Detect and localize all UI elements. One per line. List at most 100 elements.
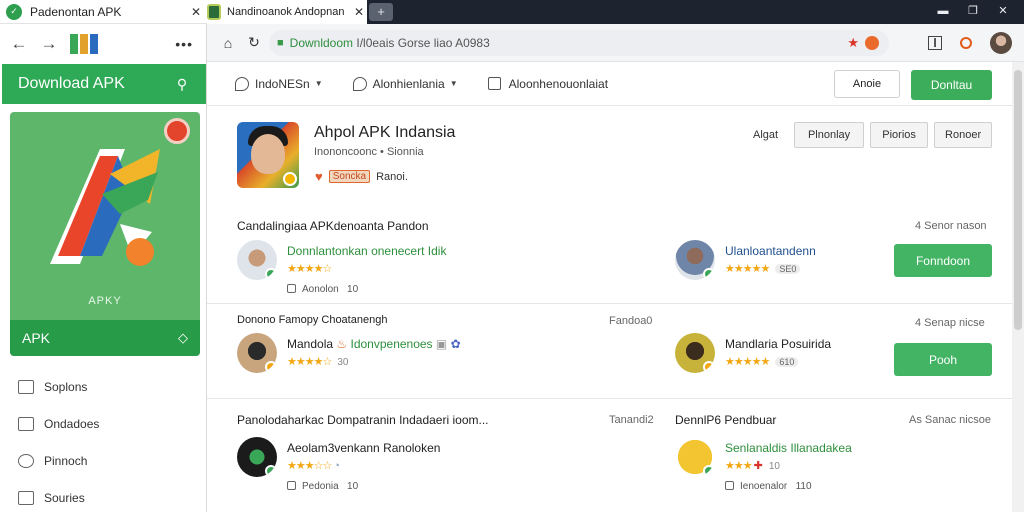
app-name: Mandlaria Posuirida xyxy=(725,337,832,351)
toolbar-right-group: ❙ xyxy=(928,32,1012,54)
checkbox-icon[interactable] xyxy=(487,77,501,90)
download-button[interactable]: Donltau xyxy=(911,70,992,100)
reload-icon[interactable]: ↻ xyxy=(241,34,267,51)
apk-favicon-icon: ✓ xyxy=(6,3,22,20)
app-name: Donnlantonkan onenecert Idik xyxy=(287,244,447,258)
right-browser-tab[interactable]: Nandinoanok Andopnan ✕ xyxy=(207,0,367,24)
sort-select[interactable]: Anoie xyxy=(834,70,900,98)
app-meta: ♥ Soncka Ranoi. xyxy=(315,169,408,184)
list-item[interactable]: Aeolam3venkann Ranoloken ★★★☆☆ ◔ Pedonia… xyxy=(237,437,537,493)
close-tab-icon[interactable]: ✕ xyxy=(185,5,207,19)
coin-badge-icon xyxy=(283,172,297,186)
app-name: Senlanaldis Illanadakea xyxy=(725,441,852,455)
url-host: Downldoom xyxy=(289,36,354,50)
filter-checkbox[interactable]: Aloonhenouonlaiat xyxy=(487,77,608,91)
url-text: Downldoom I/l0eais Gorse liao A0983 xyxy=(290,36,848,50)
list-item[interactable]: Senlanaldis Illanadakea ★★★ ✚ 10 Ienoenal… xyxy=(675,437,975,493)
rating-pill: SE0 xyxy=(775,264,801,274)
heart-icon[interactable]: ♥ xyxy=(315,169,323,184)
filter-language[interactable]: IndoNESn ▼ xyxy=(235,76,323,91)
verified-badge-icon xyxy=(265,465,277,477)
section-1-meta: 4 Senor nason xyxy=(915,220,987,232)
actions-label: Algat xyxy=(753,129,779,141)
stars-glyphs: ★★★★★ xyxy=(725,356,770,368)
bookmark-star-icon[interactable]: ★ xyxy=(847,35,859,51)
apk-promo-card[interactable]: APKY APK ◇ xyxy=(10,112,200,356)
list-item[interactable]: Mandola ♨ Idonvpenenoes ▣ ✿ ★★★★☆ 30 xyxy=(237,333,537,389)
home-icon[interactable]: ⌂ xyxy=(215,35,241,51)
record-badge-icon[interactable] xyxy=(164,118,190,144)
extension-icon[interactable] xyxy=(865,36,879,50)
side-item-ondadoes[interactable]: Ondadoes xyxy=(0,405,207,442)
rating-stars: ★★★ ✚ 10 xyxy=(725,459,780,472)
section-1-action-button[interactable]: Fonndoon xyxy=(894,244,992,277)
verified-badge-icon xyxy=(703,465,715,477)
section-divider xyxy=(207,303,1012,304)
section-1-title: Candalingiaa APKdenoanta Pandon xyxy=(237,219,429,233)
rating-stars: ★★★☆☆ ◔ xyxy=(287,459,340,472)
play-button[interactable]: Plnonlay xyxy=(794,122,865,148)
app-title: Ahpol APK Indansia xyxy=(314,124,456,141)
address-bar[interactable]: ■ Downldoom I/l0eais Gorse liao A0983 ★ xyxy=(269,30,889,56)
left-browser-window: ✓ Padenontan APK ✕ ← → ••• Download APK … xyxy=(0,0,207,512)
promo-bar[interactable]: APK ◇ xyxy=(10,320,200,356)
section-2-action-button[interactable]: Pooh xyxy=(894,343,992,376)
flag-logo-icon xyxy=(70,34,98,54)
info-number: 10 xyxy=(347,284,359,295)
opera-icon[interactable] xyxy=(960,37,972,49)
close-tab-icon[interactable]: ✕ xyxy=(351,5,367,19)
app-name: Mandola ♨ Idonvpenenoes ▣ ✿ xyxy=(287,337,461,351)
right-tab-title: Nandinoanok Andopnan xyxy=(227,6,345,18)
download-info-icon xyxy=(725,481,734,490)
scrollbar-thumb[interactable] xyxy=(1014,70,1022,330)
new-tab-button[interactable]: + xyxy=(369,3,393,21)
section-3-meta: As Sanac nicsoe xyxy=(909,414,991,426)
filter-category[interactable]: Alonhienlania ▼ xyxy=(352,76,458,91)
list-item[interactable]: Donnlantonkan onenecert Idik ★★★★☆ Aonol… xyxy=(237,240,537,296)
app-meta-text: Ranoi. xyxy=(376,170,408,183)
app-info: Aonolon 10 xyxy=(287,284,358,295)
cluster-icon: ✿ xyxy=(450,337,461,351)
stars-glyphs: ★★★★☆ xyxy=(287,263,332,275)
section-3-title: Panolodaharkac Dompatranin Indadaeri ioo… xyxy=(237,413,489,427)
rating-pill: 610 xyxy=(775,357,799,367)
left-browser-tab[interactable]: ✓ Padenontan APK ✕ xyxy=(0,0,207,24)
filter-bar: IndoNESn ▼ Alonhienlania ▼ Aloonhenouonl… xyxy=(207,62,1012,106)
stars-glyphs: ★★★★★ xyxy=(725,263,770,275)
app-name: Ulanloantandenn xyxy=(725,244,816,258)
report-button[interactable]: Ronoer xyxy=(934,122,993,148)
side-item-souries[interactable]: Souries xyxy=(0,479,207,512)
avatar xyxy=(237,333,277,373)
side-item-soplons[interactable]: Soplons xyxy=(0,368,207,405)
filter-label: Alonhienlania xyxy=(372,76,445,91)
close-window-icon[interactable]: ✕ xyxy=(988,2,1018,20)
app-info: Ienoenalor 110 xyxy=(725,481,812,492)
more-menu-icon[interactable]: ••• xyxy=(175,36,193,52)
coin-badge-icon xyxy=(265,361,277,373)
app-icon[interactable] xyxy=(237,122,299,188)
promo-mid-label: APKY xyxy=(88,295,122,307)
minimize-icon[interactable]: ▬ xyxy=(928,2,958,20)
secure-lock-icon: ■ xyxy=(277,37,284,49)
right-tab-strip: Nandinoanok Andopnan ✕ + ▬ ❐ ✕ xyxy=(207,0,1024,24)
maximize-icon[interactable]: ❐ xyxy=(958,2,988,20)
download-header-title: Download APK xyxy=(18,75,125,92)
back-arrow-icon[interactable]: ← xyxy=(10,34,28,54)
forward-arrow-icon[interactable]: → xyxy=(40,34,58,54)
reader-icon[interactable]: ❙ xyxy=(928,36,942,50)
app-info: Pedonia 10 xyxy=(287,481,358,492)
chip-icon: ▣ xyxy=(435,337,448,351)
section-2-meta: 4 Senap nicse xyxy=(915,317,985,329)
rating-stars: ★★★★★ SE0 xyxy=(725,262,801,275)
app-actions: Algat Plnonlay Piorios Ronoer xyxy=(753,122,998,148)
info-text: Ienoenalor xyxy=(740,481,788,492)
side-item-pinnoch[interactable]: Pinnoch xyxy=(0,442,207,479)
left-nav-bar: ← → ••• xyxy=(0,25,207,63)
previous-button[interactable]: Piorios xyxy=(870,122,929,148)
promo-bar-label: APK xyxy=(22,330,51,346)
user-icon[interactable]: ⚲ xyxy=(170,76,194,93)
app-name-extra: Idonvpenenoes xyxy=(350,337,433,351)
profile-avatar[interactable] xyxy=(990,32,1012,54)
section-2-meta-mid: Fandoa0 xyxy=(609,315,653,327)
info-number: 110 xyxy=(795,481,812,492)
